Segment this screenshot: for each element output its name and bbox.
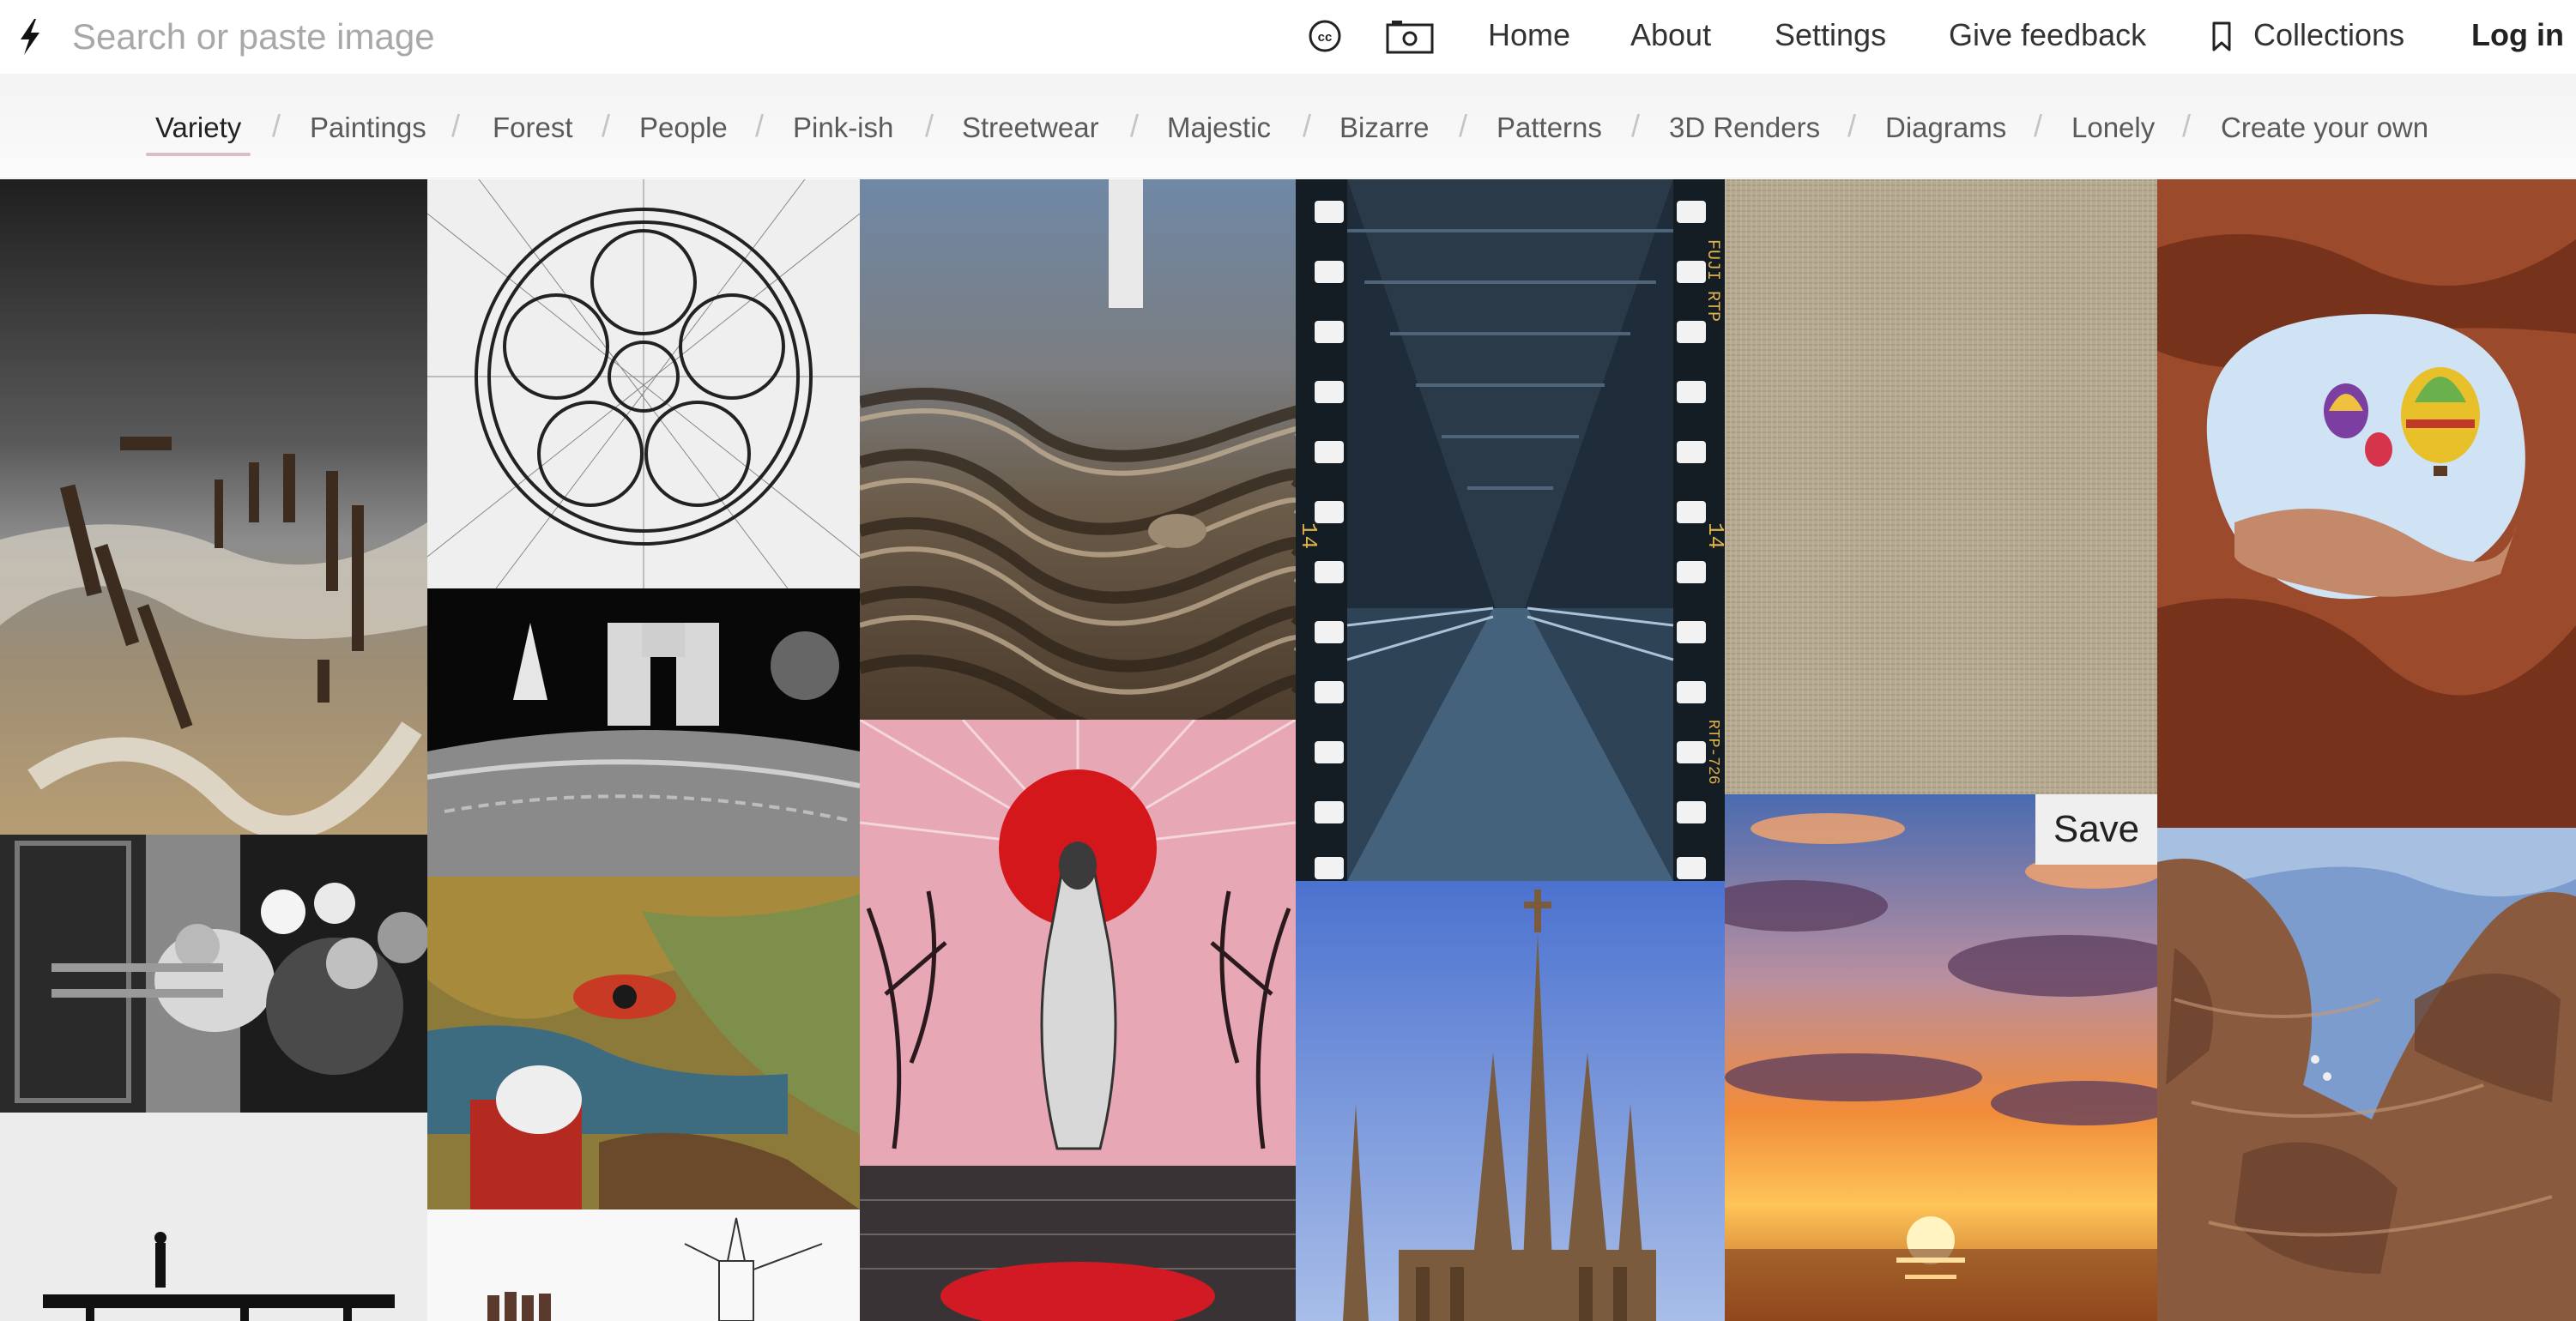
category-bar: Variety / Paintings / Forest / People / … [0, 74, 2576, 178]
image-rock-climbing[interactable] [2157, 828, 2576, 1321]
image-linen-texture[interactable] [1725, 179, 2157, 794]
nav-settings-link[interactable]: Settings [1775, 15, 1886, 55]
image-sketch-buildings[interactable] [427, 1209, 860, 1321]
category-separator: / [272, 108, 281, 143]
image-sunset-clouds[interactable] [1725, 794, 2157, 1321]
category-create-your-own[interactable]: Create your own [2221, 111, 2428, 145]
category-patterns[interactable]: Patterns [1497, 111, 1602, 145]
category-variety[interactable]: Variety [155, 111, 241, 145]
film-label-number-right: 14 [1702, 522, 1725, 550]
image-balloons-arch[interactable] [2157, 179, 2576, 828]
image-film-negative-bridge[interactable]: FUJI RTP 14 14 RTP-726 [1296, 179, 1725, 881]
category-separator: / [1631, 108, 1641, 143]
category-majestic[interactable]: Majestic [1167, 111, 1271, 145]
nav-home-link[interactable]: Home [1488, 15, 1570, 55]
category-pink-ish[interactable]: Pink-ish [793, 111, 893, 145]
film-label-fuji: FUJI RTP [1702, 239, 1722, 323]
login-link[interactable]: Log in [2471, 15, 2564, 55]
category-diagrams[interactable]: Diagrams [1885, 111, 2006, 145]
top-bar: cc Home About Settings Give feedback Col… [0, 0, 2576, 74]
image-crowd-photographers[interactable] [0, 835, 427, 1113]
image-sagrada-familia[interactable] [1296, 881, 1725, 1321]
nav-give-feedback-link[interactable]: Give feedback [1949, 15, 2146, 55]
image-sand-ripples[interactable] [860, 179, 1296, 720]
camera-icon[interactable] [1385, 19, 1435, 55]
image-red-sun-drawing[interactable] [860, 720, 1296, 1321]
category-separator: / [925, 108, 934, 143]
category-separator: / [602, 108, 611, 143]
image-gothic-window-diagram[interactable] [427, 179, 860, 588]
bookmark-icon[interactable] [2210, 21, 2233, 53]
active-category-underline [146, 153, 251, 156]
category-separator: / [1130, 108, 1140, 143]
category-3d-renders[interactable]: 3D Renders [1669, 111, 1820, 145]
save-button[interactable]: Save [2035, 794, 2157, 865]
film-label-code: RTP-726 [1704, 720, 1721, 785]
creative-commons-icon[interactable]: cc [1308, 19, 1342, 53]
image-colorful-painting[interactable] [427, 877, 860, 1209]
nav-collections-link[interactable]: Collections [2253, 15, 2404, 55]
category-forest[interactable]: Forest [493, 111, 573, 145]
search-input[interactable] [72, 12, 1188, 62]
category-separator: / [2182, 108, 2192, 143]
category-separator: / [1303, 108, 1312, 143]
category-paintings[interactable]: Paintings [310, 111, 426, 145]
film-label-number-left: 14 [1296, 522, 1321, 550]
category-streetwear[interactable]: Streetwear [962, 111, 1099, 145]
category-lonely[interactable]: Lonely [2071, 111, 2155, 145]
image-stupa-bw[interactable] [427, 588, 860, 877]
category-separator: / [755, 108, 765, 143]
category-separator: / [1847, 108, 1857, 143]
svg-text:cc: cc [1318, 30, 1333, 45]
lightning-logo-icon[interactable] [15, 17, 45, 57]
category-separator: / [1459, 108, 1468, 143]
category-separator: / [2034, 108, 2043, 143]
category-people[interactable]: People [639, 111, 728, 145]
image-lonely-figure[interactable] [0, 1113, 427, 1321]
category-bizarre[interactable]: Bizarre [1339, 111, 1430, 145]
image-shipwreck-beach[interactable] [0, 179, 427, 835]
nav-about-link[interactable]: About [1630, 15, 1711, 55]
category-separator: / [451, 108, 461, 143]
